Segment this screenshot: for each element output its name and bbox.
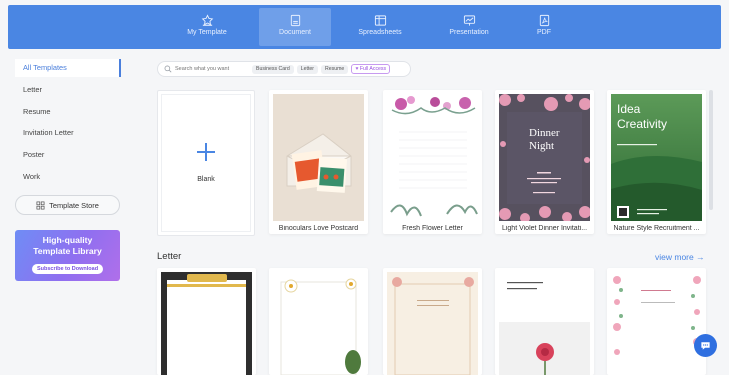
floral-letter-illustration bbox=[387, 272, 478, 375]
template-thumbnail bbox=[499, 272, 590, 375]
template-thumbnail bbox=[387, 94, 478, 221]
template-card-nature-style-recruitment[interactable]: Idea Creativity Nature Style Recruitment… bbox=[607, 90, 706, 234]
search-chip-business-card[interactable]: Business Card bbox=[252, 64, 294, 74]
letter-card-2[interactable] bbox=[269, 268, 368, 375]
view-more-link[interactable]: view more → bbox=[655, 252, 705, 262]
arrow-right-icon: → bbox=[696, 252, 705, 262]
promo-title-line2: Template Library bbox=[33, 246, 102, 256]
tab-spreadsheets[interactable]: Spreadsheets bbox=[344, 8, 416, 46]
clipboard-letter-illustration bbox=[161, 272, 252, 375]
sidebar-item-all-templates[interactable]: All Templates bbox=[15, 59, 121, 77]
letter-card-5[interactable] bbox=[607, 268, 706, 375]
template-thumbnail bbox=[161, 272, 252, 375]
template-card-fresh-flower-letter[interactable]: Fresh Flower Letter bbox=[383, 90, 482, 234]
template-name: Light Violet Dinner Invitati... bbox=[501, 225, 588, 232]
template-thumbnail: Dinner Night bbox=[499, 94, 590, 221]
tab-pdf[interactable]: PDF bbox=[508, 8, 580, 46]
plus-icon bbox=[197, 143, 215, 161]
search-icon bbox=[164, 65, 172, 73]
template-thumbnail bbox=[273, 272, 364, 375]
section-title-letter: Letter bbox=[157, 251, 182, 262]
blank-label: Blank bbox=[197, 176, 215, 183]
template-store-label: Template Store bbox=[49, 200, 99, 210]
sidebar-item-letter[interactable]: Letter bbox=[15, 79, 121, 101]
tab-my-template[interactable]: My Template bbox=[171, 8, 243, 46]
pink-floral-letter-illustration bbox=[611, 272, 702, 375]
full-access-badge[interactable]: ♥ Full Access bbox=[351, 64, 391, 74]
tab-label: Document bbox=[279, 29, 311, 36]
store-grid-icon bbox=[36, 201, 45, 209]
nature-title-line2: Creativity bbox=[617, 117, 668, 131]
full-access-label: Full Access bbox=[359, 66, 387, 72]
template-thumbnail: Idea Creativity bbox=[611, 94, 702, 221]
dinner-title-line2: Night bbox=[529, 140, 555, 152]
top-navigation: My Template Document Spreadsheets Presen… bbox=[8, 5, 721, 49]
tab-label: Spreadsheets bbox=[358, 29, 402, 36]
scrollbar[interactable] bbox=[709, 90, 713, 210]
document-icon bbox=[290, 14, 300, 27]
blank-page bbox=[161, 94, 251, 232]
sidebar: All Templates Letter Resume Invitation L… bbox=[15, 59, 121, 281]
sidebar-item-resume[interactable]: Resume bbox=[15, 101, 121, 123]
template-name: Binoculars Love Postcard bbox=[278, 225, 359, 232]
tab-document[interactable]: Document bbox=[259, 8, 331, 46]
star-template-icon bbox=[201, 14, 213, 26]
template-thumbnail bbox=[611, 272, 702, 375]
spreadsheet-icon bbox=[374, 15, 386, 26]
template-name: Nature Style Recruitment ... bbox=[613, 225, 700, 232]
dinner-title: Dinner Night bbox=[529, 127, 560, 153]
presentation-icon bbox=[463, 15, 475, 26]
heart-icon: ♥ bbox=[355, 66, 359, 72]
letter-card-3[interactable] bbox=[383, 268, 482, 375]
template-card-binoculars-love-postcard[interactable]: Binoculars Love Postcard bbox=[269, 90, 368, 234]
dinner-invitation-illustration bbox=[499, 94, 590, 221]
template-name: Fresh Flower Letter bbox=[402, 225, 463, 232]
search-bar: Business Card Letter Resume ♥ Full Acces… bbox=[157, 61, 411, 77]
chat-button[interactable] bbox=[694, 334, 717, 357]
nature-title-line1: Idea bbox=[617, 102, 641, 116]
template-thumbnail bbox=[387, 272, 478, 375]
rose-letter-illustration bbox=[499, 272, 590, 375]
letter-card-4[interactable] bbox=[495, 268, 594, 375]
subscribe-button[interactable]: Subscribe to Download bbox=[31, 264, 104, 274]
template-card-light-violet-dinner-invitation[interactable]: Dinner Night Light Violet Dinner Invitat… bbox=[495, 90, 594, 234]
flower-letter-illustration bbox=[387, 94, 478, 221]
nature-title: Idea Creativity bbox=[617, 102, 667, 132]
view-more-label: view more bbox=[655, 252, 694, 262]
template-store-button[interactable]: Template Store bbox=[15, 195, 120, 215]
tab-label: PDF bbox=[537, 29, 551, 36]
sidebar-item-invitation-letter[interactable]: Invitation Letter bbox=[15, 122, 121, 144]
sidebar-item-work[interactable]: Work bbox=[15, 166, 121, 188]
letter-card-1[interactable] bbox=[157, 268, 256, 375]
template-thumbnail bbox=[273, 94, 364, 221]
pdf-icon bbox=[539, 14, 549, 27]
sidebar-item-poster[interactable]: Poster bbox=[15, 144, 121, 166]
search-chip-resume[interactable]: Resume bbox=[321, 64, 349, 74]
dinner-title-line1: Dinner bbox=[529, 127, 560, 139]
postcard-illustration bbox=[273, 94, 364, 221]
search-input[interactable] bbox=[175, 66, 249, 72]
tab-presentation[interactable]: Presentation bbox=[433, 8, 505, 46]
chat-bubble-icon bbox=[701, 342, 710, 350]
blank-template-card[interactable]: Blank bbox=[157, 90, 255, 236]
search-chip-letter[interactable]: Letter bbox=[296, 64, 318, 74]
tab-label: My Template bbox=[187, 29, 227, 36]
promo-banner[interactable]: High-quality Template Library Subscribe … bbox=[15, 230, 120, 281]
promo-title-line1: High-quality bbox=[42, 235, 93, 245]
tab-label: Presentation bbox=[449, 29, 489, 36]
daisy-letter-illustration bbox=[273, 272, 364, 375]
